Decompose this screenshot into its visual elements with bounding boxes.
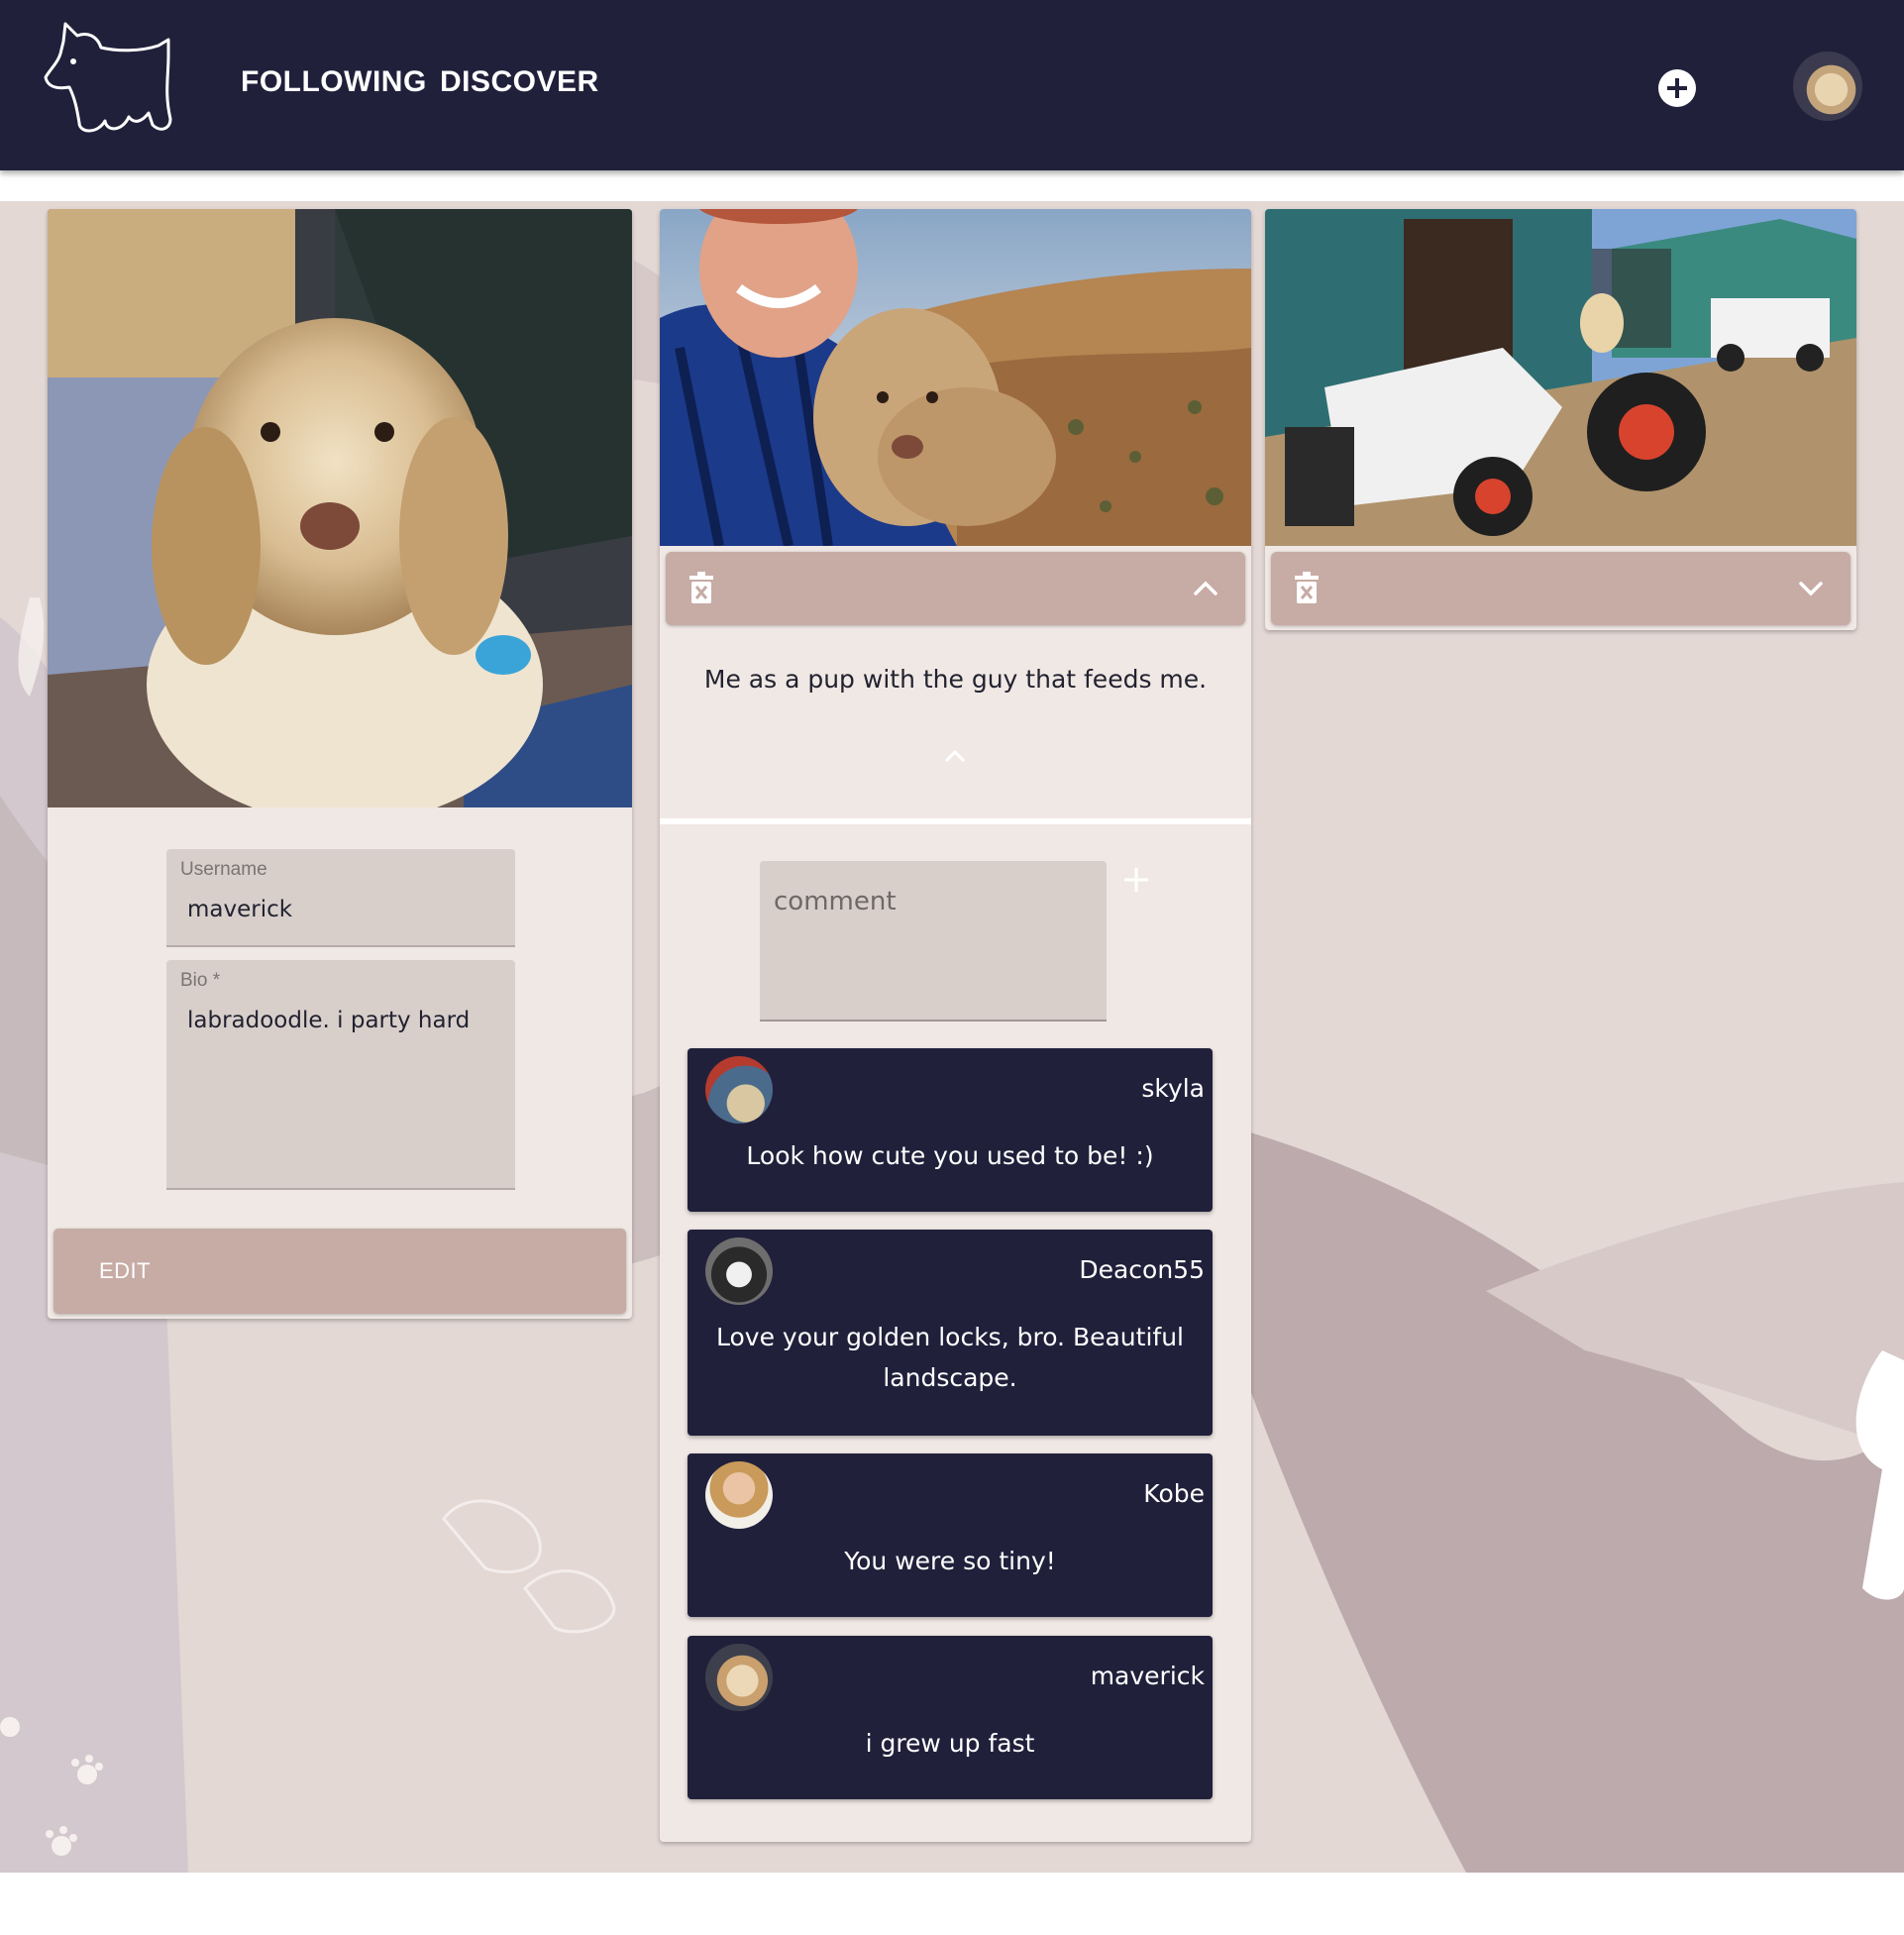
profile-photo: [48, 209, 632, 807]
bio-label: Bio *: [180, 970, 221, 991]
trash-icon[interactable]: [1293, 572, 1321, 605]
comment-username[interactable]: Kobe: [1143, 1479, 1205, 1508]
commenter-avatar[interactable]: [705, 1237, 773, 1305]
bio-field[interactable]: Bio * labradoodle. i party hard: [166, 960, 515, 1190]
post-action-bar: [666, 552, 1245, 625]
top-app-bar: FOLLOWING DISCOVER: [0, 0, 1904, 170]
post-photo: [660, 209, 1251, 546]
comment-text: Love your golden locks, bro. Beautiful l…: [716, 1323, 1184, 1392]
dog-logo-icon[interactable]: [44, 22, 178, 151]
add-post-icon[interactable]: [1658, 69, 1696, 107]
comment-username[interactable]: skyla: [1141, 1074, 1205, 1103]
nav-following[interactable]: FOLLOWING: [241, 65, 427, 99]
add-comment-icon[interactable]: [1121, 865, 1151, 895]
comment-text: Look how cute you used to be! :): [746, 1141, 1154, 1170]
collapse-caption-icon[interactable]: [943, 748, 967, 764]
dog-portrait-image: [48, 209, 632, 807]
comment-text: You were so tiny!: [844, 1547, 1056, 1575]
post-card: [1265, 209, 1856, 630]
username-field[interactable]: Username maverick: [166, 849, 515, 947]
comment-input[interactable]: comment: [760, 861, 1107, 1021]
edit-label: EDIT: [99, 1258, 152, 1283]
post-photo: [1265, 209, 1856, 546]
username-value: maverick: [187, 897, 293, 922]
post-caption: Me as a pup with the guy that feeds me.: [703, 665, 1208, 694]
chevron-down-icon[interactable]: [1797, 576, 1825, 599]
post-card: Me as a pup with the guy that feeds me. …: [660, 209, 1251, 1842]
man-with-puppy-image: [660, 209, 1251, 546]
chevron-up-icon[interactable]: [1192, 576, 1219, 599]
section-divider: [660, 818, 1251, 824]
post-action-bar: [1271, 552, 1851, 625]
edit-profile-button[interactable]: EDIT: [53, 1229, 626, 1314]
comment-username[interactable]: maverick: [1091, 1662, 1205, 1690]
comment-card: Deacon55 Love your golden locks, bro. Be…: [688, 1230, 1213, 1436]
comment-username[interactable]: Deacon55: [1079, 1255, 1205, 1284]
commenter-avatar[interactable]: [705, 1461, 773, 1529]
dog-on-tractor-image: [1265, 209, 1856, 546]
comment-card: Kobe You were so tiny!: [688, 1453, 1213, 1617]
username-label: Username: [180, 859, 267, 880]
user-avatar[interactable]: [1793, 52, 1862, 121]
bio-value: labradoodle. i party hard: [187, 1008, 471, 1033]
trash-icon[interactable]: [688, 572, 715, 605]
comment-placeholder: comment: [774, 887, 897, 916]
comment-card: skyla Look how cute you used to be! :): [688, 1048, 1213, 1212]
comment-card: maverick i grew up fast: [688, 1636, 1213, 1799]
commenter-avatar[interactable]: [705, 1644, 773, 1711]
profile-card: Username maverick Bio * labradoodle. i p…: [48, 209, 632, 1319]
commenter-avatar[interactable]: [705, 1056, 773, 1124]
comment-text: i grew up fast: [865, 1729, 1035, 1758]
nav-discover[interactable]: DISCOVER: [440, 65, 599, 99]
